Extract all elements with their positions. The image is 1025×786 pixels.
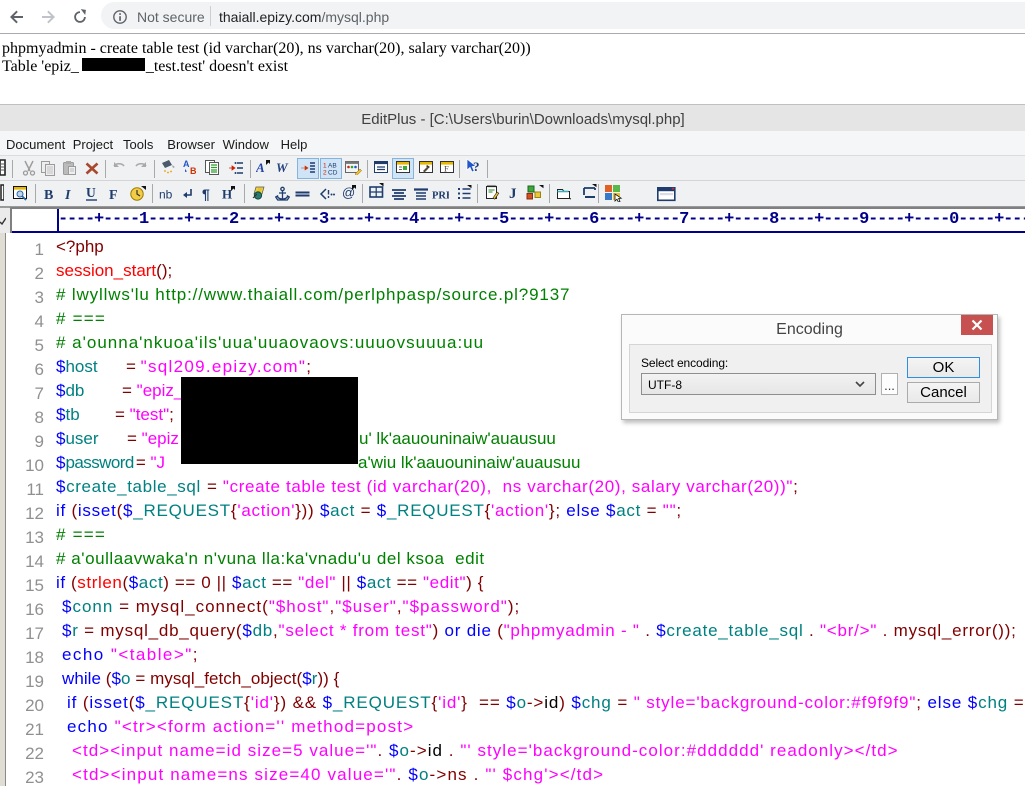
svg-text:H: H	[222, 187, 232, 202]
svg-text:AB: AB	[328, 163, 337, 170]
svg-text:PRE: PRE	[432, 191, 449, 202]
svg-text:nb: nb	[159, 188, 173, 202]
svg-text:U: U	[86, 185, 96, 200]
svg-text:CD: CD	[328, 170, 338, 177]
svg-text:F: F	[109, 188, 118, 202]
svg-text:W: W	[276, 160, 289, 175]
svg-text:2: 2	[323, 170, 327, 177]
svg-text:F: F	[444, 164, 449, 174]
svg-text:A: A	[183, 159, 190, 169]
svg-text:J: J	[509, 186, 517, 201]
svg-text:?: ?	[473, 159, 480, 174]
svg-text:B: B	[44, 188, 53, 202]
svg-text:A: A	[256, 160, 265, 175]
svg-text:1: 1	[323, 163, 327, 170]
svg-text:¶: ¶	[202, 186, 210, 202]
svg-text:B: B	[190, 166, 197, 175]
svg-text:I: I	[65, 188, 71, 202]
